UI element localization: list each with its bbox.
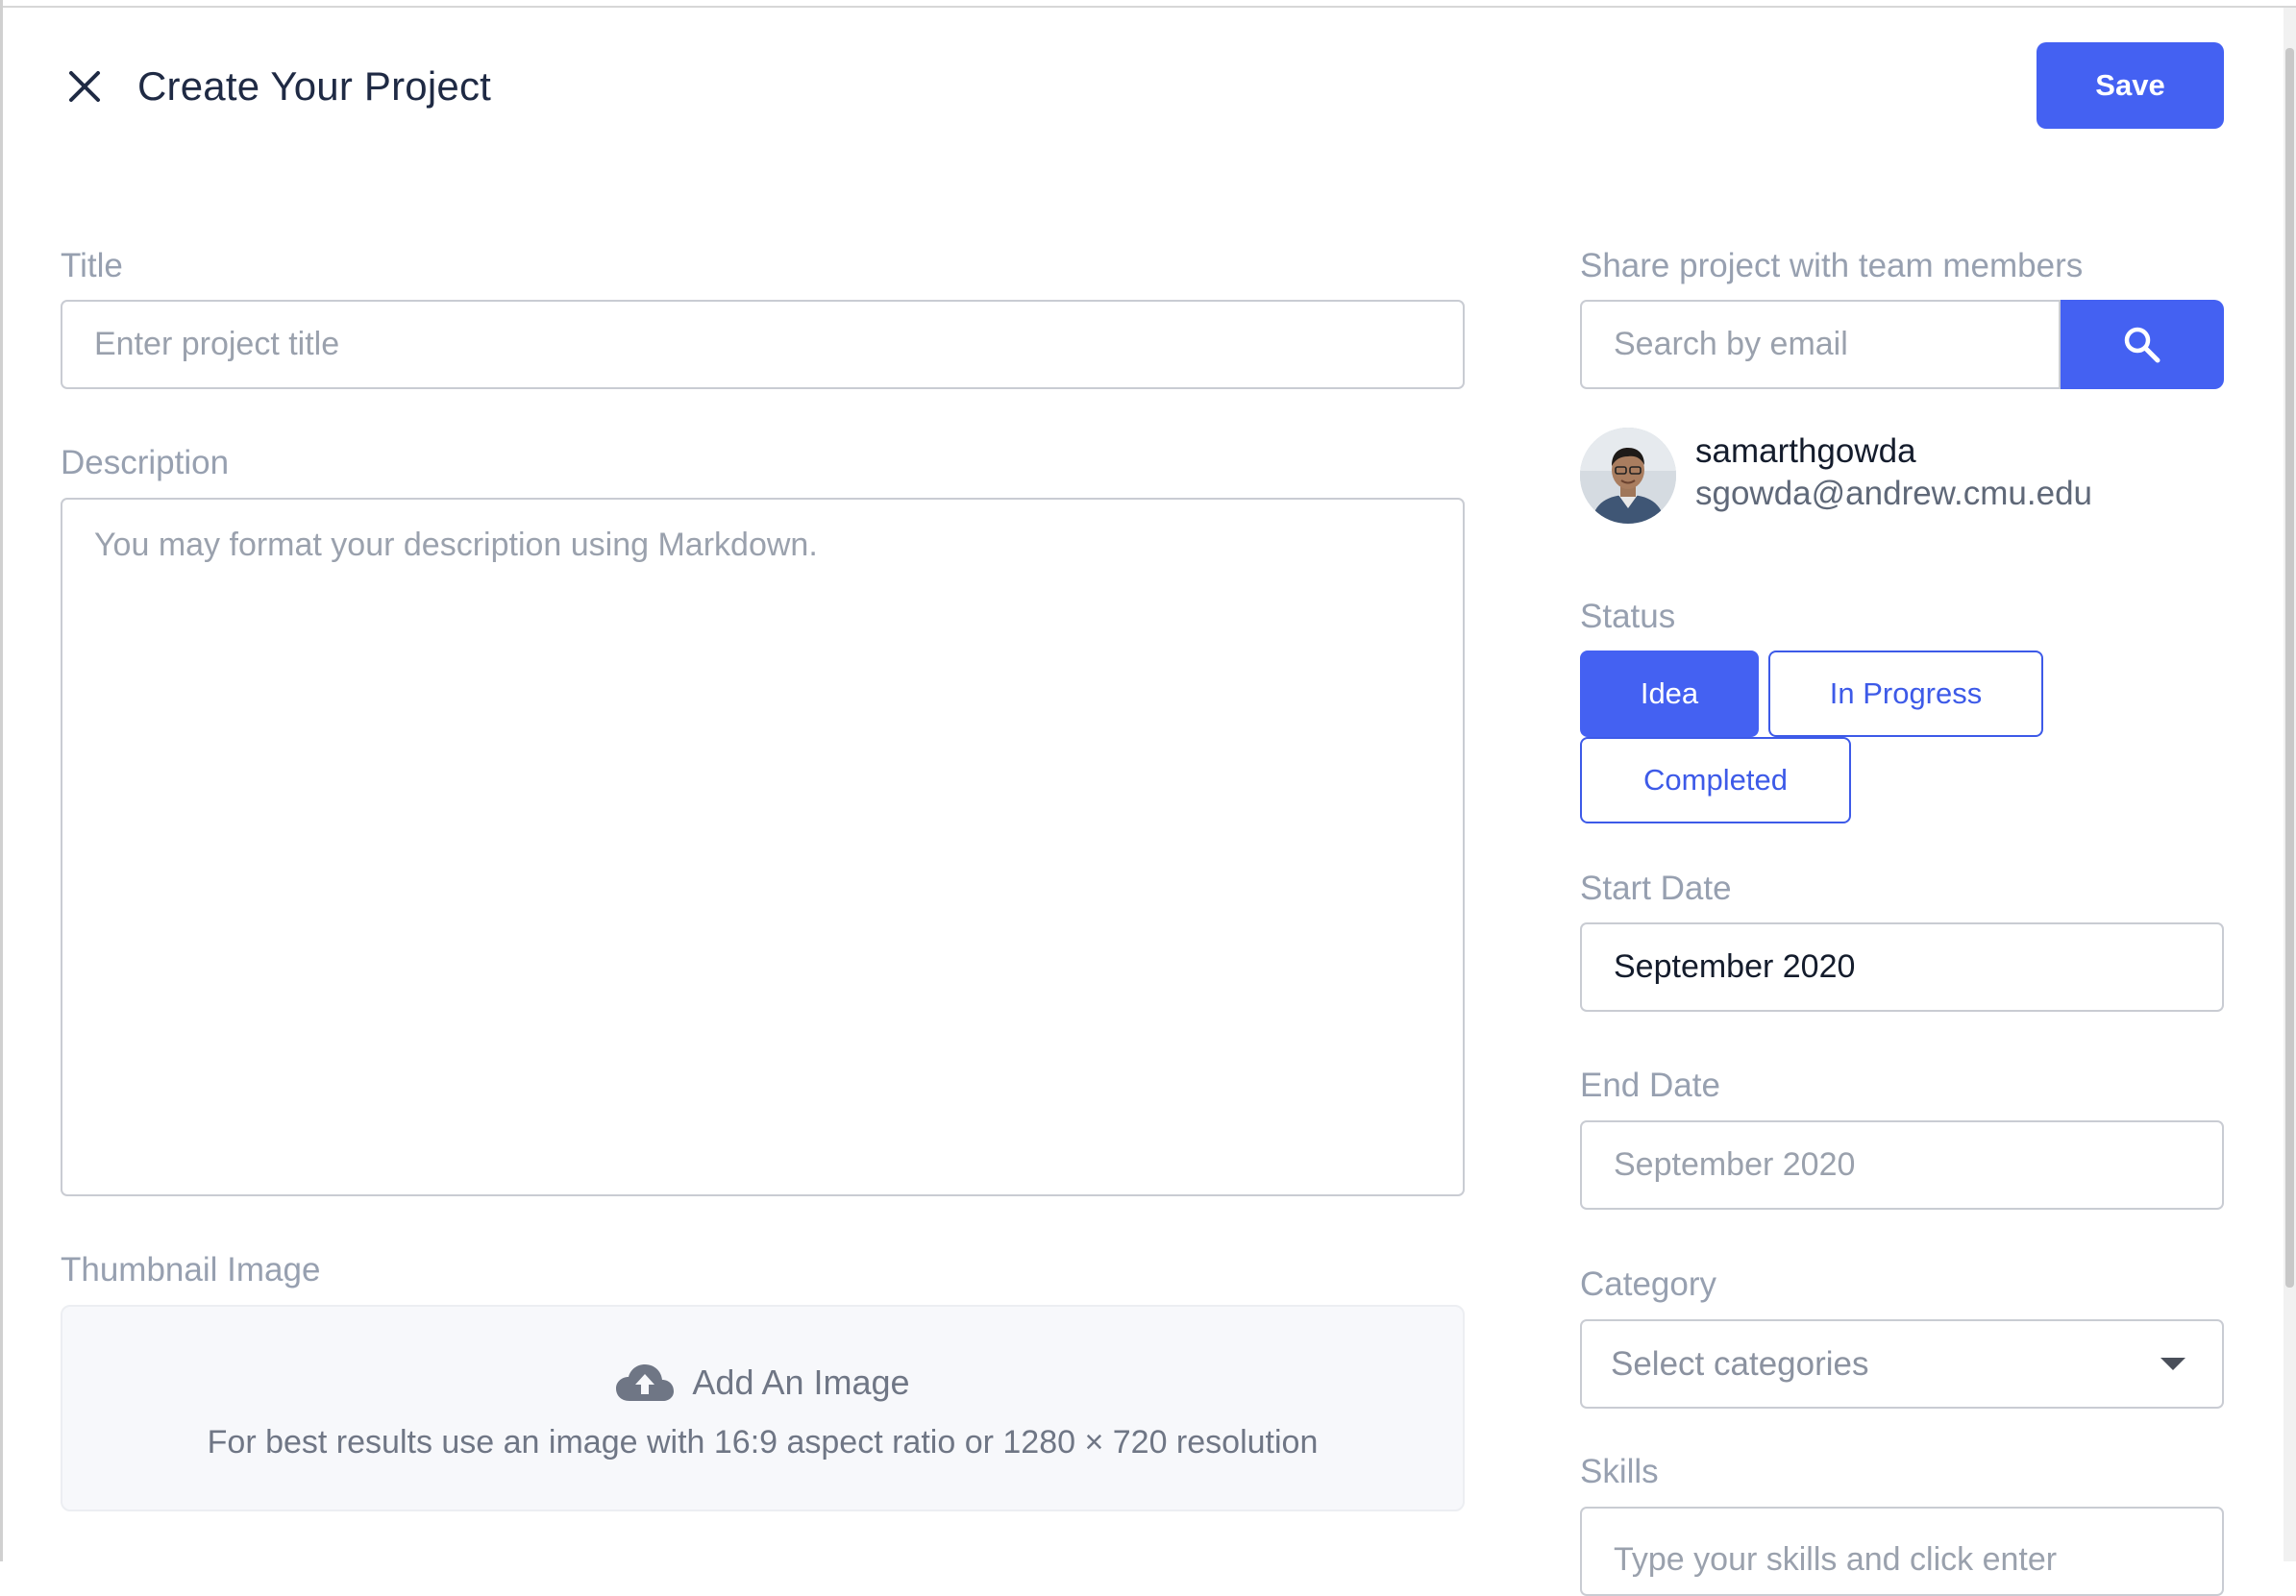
chevron-down-icon [2160,1358,2185,1370]
upload-title-row: Add An Image [62,1363,1463,1403]
member-search-button[interactable] [2061,300,2224,389]
description-textarea[interactable] [61,498,1465,1196]
thumbnail-label: Thumbnail Image [61,1251,321,1289]
start-date-input[interactable] [1580,922,2224,1012]
end-date-label: End Date [1580,1067,1720,1104]
close-icon [69,71,100,102]
category-select[interactable]: Select categories [1580,1319,2224,1409]
window-top-border [0,0,2296,8]
scrollbar-thumb[interactable] [2285,48,2294,1288]
status-idea-button[interactable]: Idea [1580,651,1759,737]
skills-input[interactable] [1580,1507,2224,1596]
status-completed-button[interactable]: Completed [1580,737,1851,823]
share-label: Share project with team members [1580,247,2084,284]
member-search-input[interactable] [1580,300,2061,389]
status-in-progress-button[interactable]: In Progress [1768,651,2043,737]
image-upload-dropzone[interactable]: Add An Image For best results use an ima… [61,1305,1465,1511]
close-button[interactable] [58,60,111,113]
page-title: Create Your Project [137,63,492,109]
status-label: Status [1580,598,1676,635]
upload-hint: For best results use an image with 16:9 … [207,1424,1319,1461]
avatar [1580,428,1676,524]
category-label: Category [1580,1265,1717,1303]
skills-label: Skills [1580,1453,1659,1490]
category-select-placeholder: Select categories [1611,1345,1869,1383]
description-label: Description [61,444,230,481]
upload-title: Add An Image [692,1363,910,1402]
search-icon [2124,327,2160,362]
start-date-label: Start Date [1580,870,1732,907]
cloud-upload-icon [616,1364,675,1401]
title-input[interactable] [61,300,1465,389]
member-name: samarthgowda [1695,432,1916,470]
title-label: Title [61,247,123,284]
save-button[interactable]: Save [2037,42,2224,129]
end-date-input[interactable] [1580,1120,2224,1210]
member-email: sgowda@andrew.cmu.edu [1695,475,2092,512]
window-left-border [0,0,3,1561]
